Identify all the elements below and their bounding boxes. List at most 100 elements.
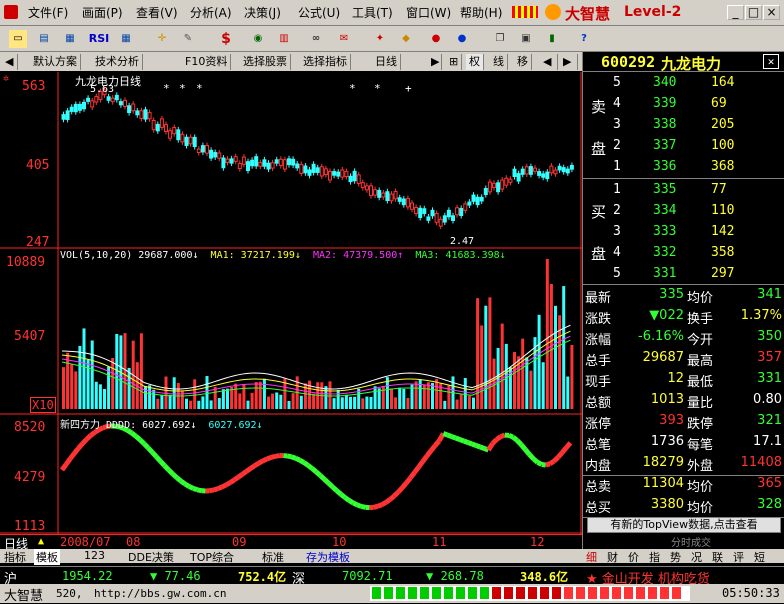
menu-tools[interactable]: 工具(T) [352, 4, 393, 21]
tab-rights[interactable]: 权 [466, 54, 484, 70]
chart-icon[interactable]: ▤ [34, 29, 54, 49]
app-icon[interactable] [4, 5, 18, 19]
buy-volume: 142 [711, 224, 734, 239]
tab-next-arrow[interactable]: ▶ [428, 54, 442, 70]
indicator-step [312, 468, 316, 471]
volume-bar [406, 398, 409, 409]
help-icon[interactable]: ? [574, 29, 594, 49]
indicator-step [214, 489, 218, 490]
sell-price: 340 [653, 75, 676, 90]
candle-body [464, 204, 467, 210]
menu-decision[interactable]: 决策(J) [244, 4, 281, 21]
diamond-icon[interactable]: ◆ [396, 29, 416, 49]
bottom-tab-indicator[interactable]: 指标 [4, 549, 26, 565]
right-tab[interactable]: 联 [712, 549, 723, 565]
kline-chart[interactable]: *****+ [0, 72, 582, 534]
tab-move[interactable]: 移 [514, 54, 532, 70]
right-tab[interactable]: 财 [607, 549, 618, 565]
stock-name: 九龙电力 [661, 53, 721, 74]
tab-left-icon[interactable]: ◀ [540, 54, 558, 70]
tab-technical[interactable]: 技术分析 [92, 54, 143, 70]
tab-right-icon[interactable]: ▶ [560, 54, 578, 70]
grid-icon[interactable]: ▦ [60, 29, 80, 49]
candle-body [411, 203, 414, 209]
indicator-step [402, 483, 406, 488]
candle-body [320, 167, 323, 176]
bottom-tab-top[interactable]: TOP综合 [190, 549, 234, 565]
heat-block [432, 587, 441, 599]
sell-volume: 368 [711, 159, 734, 174]
print-icon[interactable]: ▣ [516, 29, 536, 49]
binoculars-icon[interactable]: ∞ [306, 29, 326, 49]
tab-cross[interactable]: ⊞ [446, 54, 462, 70]
chart-gear-icon[interactable]: ✲ [3, 73, 9, 84]
bottom-tab-standard[interactable]: 标准 [262, 549, 284, 565]
topview-button[interactable]: 有新的TopView数据,点击查看 [587, 517, 781, 533]
right-tab[interactable]: 指 [649, 549, 660, 565]
indicator-step [156, 457, 160, 462]
volume-bar [247, 401, 250, 409]
open-icon[interactable]: ▭ [8, 29, 28, 49]
y-tick-price-mid: 405 [26, 158, 49, 173]
books-icon[interactable]: ▮ [542, 29, 562, 49]
right-tab[interactable]: 细 [586, 549, 597, 565]
menu-formula[interactable]: 公式(U) [298, 4, 340, 21]
candle-body [435, 214, 438, 223]
copy-icon[interactable]: ❐ [490, 29, 510, 49]
stock-header: 600292 九龙电力 ✕ [583, 52, 784, 72]
tab-period[interactable]: 日线 [372, 54, 401, 70]
indicator-step [509, 435, 513, 437]
news-icon[interactable]: ✦ [370, 29, 390, 49]
tab-f10[interactable]: F10资料 [182, 54, 231, 70]
ma2-label: MA2: [313, 250, 337, 261]
menu-screen[interactable]: 画面(P) [82, 4, 123, 21]
tab-default-scheme[interactable]: 默认方案 [30, 54, 81, 70]
bottom-tab-save-template[interactable]: 存为模板 [306, 549, 350, 565]
dollar-icon[interactable]: $ [216, 29, 236, 49]
quote-label: 涨跌 [585, 308, 611, 327]
bars-icon[interactable]: ▥ [274, 29, 294, 49]
menu-view[interactable]: 查看(V) [136, 4, 178, 21]
blue-circle-icon[interactable]: ● [452, 29, 472, 49]
chart-area[interactable]: *****+ ✲ 九龙电力日线 5.63 2.47 563 405 247 VO… [0, 72, 582, 534]
layout-icon[interactable]: ◉ [248, 29, 268, 49]
bottom-tab-template[interactable]: 模板 [34, 549, 60, 565]
ma1-label: MA1: [211, 250, 235, 261]
alarm-icon[interactable]: ✉ [334, 29, 354, 49]
crosshair-icon[interactable]: ✛ [152, 29, 172, 49]
bottom-tab-123[interactable]: 123 [84, 549, 105, 562]
red-circle-icon[interactable]: ● [426, 29, 446, 49]
rsi-icon[interactable]: RSI [86, 29, 112, 49]
volume-bar [255, 382, 258, 409]
menu-help[interactable]: 帮助(H) [460, 4, 502, 21]
right-tab[interactable]: 势 [670, 549, 681, 565]
maximize-button[interactable]: □ [745, 5, 762, 20]
volume-bar [333, 398, 336, 409]
right-tab[interactable]: 价 [628, 549, 639, 565]
close-button[interactable]: × [763, 5, 780, 20]
heat-block [396, 587, 405, 599]
sell-level: 1 [613, 159, 621, 174]
indicator-step [144, 444, 148, 448]
candle-body [390, 194, 393, 201]
quote-value: 18279 [643, 455, 684, 470]
tab-select-indicator[interactable]: 选择指标 [300, 54, 351, 70]
table-icon[interactable]: ▦ [116, 29, 136, 49]
tab-select-stock[interactable]: 选择股票 [240, 54, 291, 70]
ruler-icon[interactable]: ✎ [178, 29, 198, 49]
bottom-tab-dde[interactable]: DDE决策 [128, 549, 174, 565]
tab-line[interactable]: 线 [490, 54, 508, 70]
period-arrow-icon[interactable]: ▲ [38, 536, 44, 547]
volume-bar [226, 389, 229, 409]
right-tab[interactable]: 短 [754, 549, 765, 565]
tab-prev-arrow[interactable]: ◀ [2, 54, 18, 70]
panel-close-icon[interactable]: ✕ [763, 54, 779, 69]
menu-analysis[interactable]: 分析(A) [190, 4, 232, 21]
menu-file[interactable]: 文件(F) [28, 4, 68, 21]
status-url[interactable]: http://bbs.gw.com.cn [94, 587, 226, 600]
y-tick-vol-mid: 5407 [14, 329, 45, 344]
minimize-button[interactable]: _ [727, 5, 744, 20]
right-tab[interactable]: 评 [733, 549, 744, 565]
right-tab[interactable]: 况 [691, 549, 702, 565]
menu-window[interactable]: 窗口(W) [406, 4, 451, 21]
